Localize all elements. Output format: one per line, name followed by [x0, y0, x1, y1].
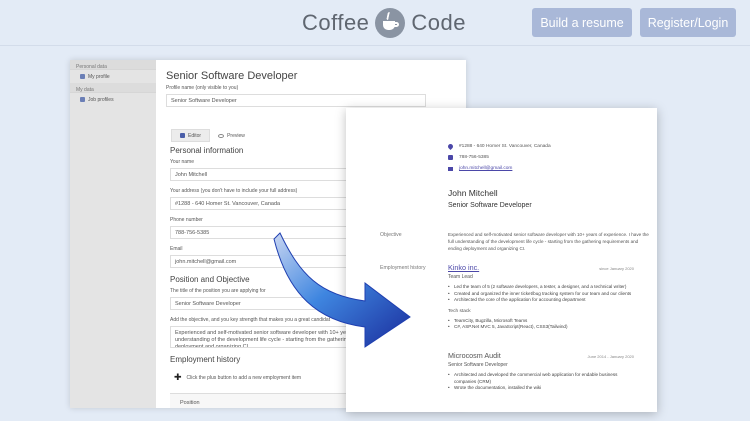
job-bullet: Architected and developed the commercial… [448, 372, 634, 385]
contact-address-text: #1288 - 640 Homer St. Vancouver, Canada [459, 144, 551, 149]
job-entry: Microcosm Audit June 2014 - January 2020… [448, 351, 634, 392]
brand-logo[interactable]: Coffee Code [302, 6, 466, 40]
register-login-button[interactable]: Register/Login [640, 8, 736, 37]
top-header: Coffee Code Build a resume Register/Logi… [0, 0, 750, 46]
brand-word-right: Code [411, 10, 467, 35]
tab-editor-label: Editor [188, 132, 202, 139]
contact-phone: 788-756-5385 [448, 152, 551, 163]
eye-icon [218, 133, 225, 138]
tab-preview[interactable]: Preview [210, 129, 253, 142]
job-bullet: Wrote the documentation, installed the w… [448, 385, 634, 392]
plus-icon[interactable]: ✚ [174, 372, 182, 383]
job-bullets: Led the team of 5 (2 software developers… [448, 284, 634, 304]
tech-bullets: TeamCity, Bugzilla, Microsoft Teams C#, … [448, 318, 634, 331]
job-dates: June 2014 - January 2020 [587, 354, 634, 359]
sidebar-item-my-profile[interactable]: My profile [70, 70, 156, 83]
tab-editor[interactable]: Editor [171, 129, 211, 142]
company-name: Microcosm Audit [448, 351, 501, 360]
contact-email-link[interactable]: john.mitchell@gmail.com [459, 166, 512, 171]
company-link[interactable]: Kinko inc. [448, 263, 479, 272]
phone-icon [448, 155, 453, 160]
briefcase-icon [80, 97, 85, 102]
job-dates: since January 2020 [599, 266, 634, 271]
curved-arrow-icon [273, 232, 411, 348]
users-icon [180, 133, 185, 138]
brand-word-left: Coffee [302, 10, 370, 35]
job-role: Senior Software Developer [448, 362, 508, 368]
user-icon [80, 74, 85, 79]
map-pin-icon [446, 142, 455, 151]
sidebar-item-label: My profile [88, 73, 110, 80]
job-entry: Kinko inc. since January 2020 Team Lead … [448, 263, 634, 331]
contact-email[interactable]: john.mitchell@gmail.com [448, 163, 551, 174]
resume-name: John Mitchell [448, 188, 498, 198]
contact-block: #1288 - 640 Homer St. Vancouver, Canada … [446, 141, 551, 174]
add-employment-hint: Click the plus button to add a new emplo… [186, 374, 302, 381]
contact-address: #1288 - 640 Homer St. Vancouver, Canada [446, 141, 551, 152]
sidebar: Personal data My profile My data Job pro… [70, 60, 156, 408]
job-bullet: Architected the core of the application … [448, 297, 634, 304]
sidebar-item-job-profiles[interactable]: Job profiles [70, 93, 156, 106]
contact-phone-text: 788-756-5385 [459, 155, 489, 160]
sidebar-group-my-data: My data [70, 83, 156, 93]
job-bullets: Architected and developed the commercial… [448, 372, 634, 392]
tab-preview-label: Preview [227, 132, 245, 139]
sidebar-group-personal: Personal data [70, 60, 156, 70]
envelope-icon [448, 166, 453, 171]
page-title: Senior Software Developer [166, 70, 298, 82]
job-role: Team Lead [448, 274, 473, 280]
profile-name-input[interactable]: Senior Software Developer [166, 94, 426, 107]
tech-stack-title: Tech stack [448, 308, 471, 314]
resume-title: Senior Software Developer [448, 202, 532, 209]
build-resume-button[interactable]: Build a resume [532, 8, 632, 37]
sidebar-item-label: Job profiles [88, 96, 114, 103]
coffee-cup-icon [375, 8, 406, 38]
tech-bullet: C#, ASP.Net MVC 5, JavaScript(React), CS… [448, 324, 634, 331]
objective-text: Experienced and self-motivated senior so… [448, 232, 649, 251]
profile-name-label: Profile name (only visible to you) [166, 85, 239, 91]
